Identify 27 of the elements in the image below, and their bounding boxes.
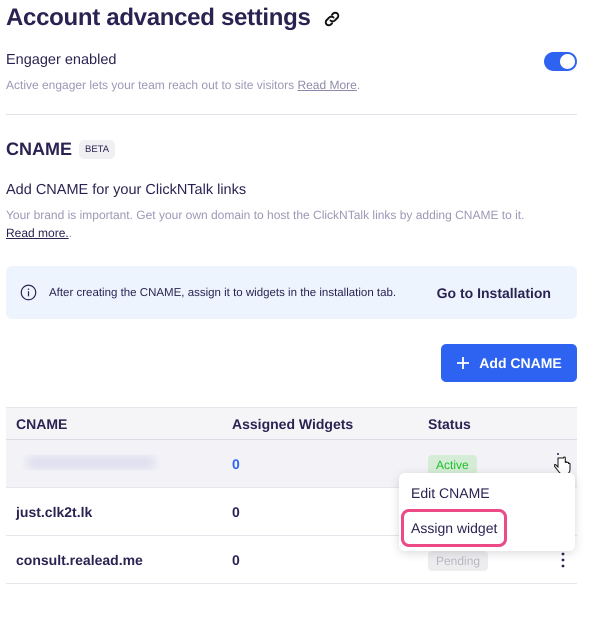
- status-badge: Active: [428, 454, 477, 474]
- section-title: CNAME: [6, 139, 72, 160]
- column-header: Status: [428, 416, 472, 432]
- cname-cell: consult.realead.me: [16, 552, 143, 568]
- plus-icon: [456, 356, 470, 370]
- cname-cell: just.clk2t.lk: [16, 504, 92, 520]
- read-more-link[interactable]: Read more.: [6, 226, 69, 240]
- setting-description: Active engager lets your team reach out to site visitors Read More.: [6, 77, 360, 94]
- page-title: Account advanced settings: [6, 4, 311, 32]
- column-header: Assigned Widgets: [232, 416, 354, 432]
- beta-badge: BETA: [79, 140, 116, 159]
- column-header: CNAME: [15, 416, 68, 432]
- section-subtitle: Add CNAME for your ClickNTalk links: [6, 182, 248, 198]
- toggle-switch[interactable]: [544, 52, 577, 71]
- menu-item[interactable]: Assign widget: [401, 509, 508, 547]
- more-icon[interactable]: [560, 552, 564, 568]
- widget-count[interactable]: 0: [232, 456, 240, 472]
- widget-count: 0: [232, 504, 240, 520]
- setting-label: Engager enabled: [6, 52, 118, 68]
- add-cname-button[interactable]: Add CNAME: [441, 344, 577, 382]
- section-description: Your brand is important. Get your own domain to host the ClickNTalk links by adding CNAME to it. Read more..: [6, 207, 526, 242]
- info-text: After creating the CNAME, assign it to widgets in the installation tab.: [49, 286, 398, 298]
- widget-count: 0: [232, 552, 240, 568]
- installation-link[interactable]: Go to Installation: [436, 284, 551, 300]
- link-icon[interactable]: [322, 10, 341, 28]
- info-icon: [20, 284, 37, 301]
- menu-item[interactable]: Edit CNAME: [401, 477, 573, 509]
